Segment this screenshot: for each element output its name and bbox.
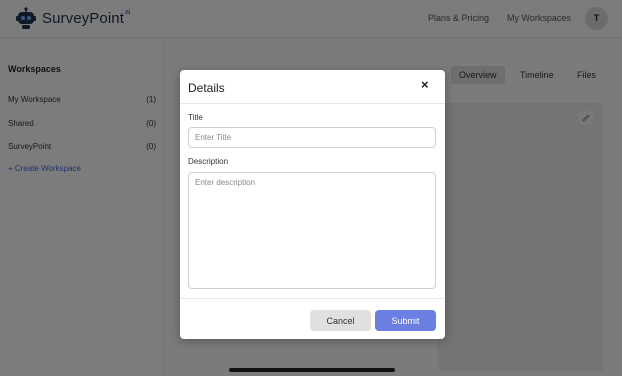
home-indicator	[229, 368, 395, 372]
description-label: Description	[188, 157, 229, 166]
details-modal: Details × Title Description Cancel Submi…	[180, 70, 445, 339]
cancel-button[interactable]: Cancel	[310, 310, 371, 331]
modal-footer-divider	[180, 298, 445, 299]
modal-title: Details	[188, 81, 225, 95]
description-textarea[interactable]	[188, 172, 436, 289]
title-input[interactable]	[188, 127, 436, 148]
title-label: Title	[188, 113, 203, 122]
submit-button[interactable]: Submit	[375, 310, 436, 331]
close-icon[interactable]: ×	[421, 77, 429, 92]
modal-header-divider	[180, 103, 445, 104]
